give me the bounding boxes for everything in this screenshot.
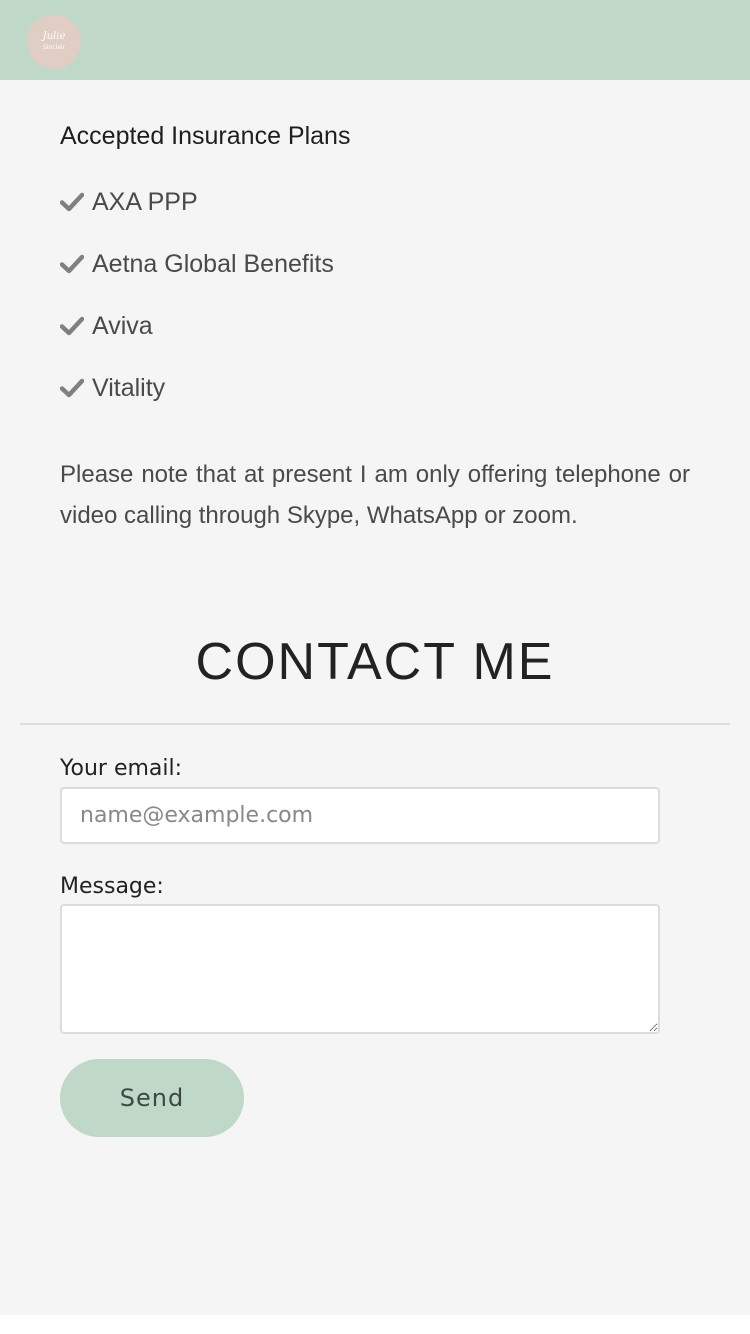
email-input[interactable] xyxy=(60,787,660,844)
message-textarea[interactable] xyxy=(60,904,660,1034)
check-icon xyxy=(60,254,84,274)
check-icon xyxy=(60,378,84,398)
plan-label: Aetna Global Benefits xyxy=(92,250,334,278)
message-label: Message: xyxy=(60,874,164,899)
send-button[interactable]: Send xyxy=(60,1059,244,1137)
site-logo[interactable]: Julie Sinclair xyxy=(27,15,81,69)
check-icon xyxy=(60,316,84,336)
section-divider xyxy=(20,723,730,725)
plan-label: AXA PPP xyxy=(92,188,198,216)
logo-name: Julie xyxy=(42,31,66,42)
email-label: Your email: xyxy=(60,756,183,781)
availability-note: Please note that at present I am only of… xyxy=(60,461,690,529)
plan-label: Vitality xyxy=(92,374,166,402)
check-icon xyxy=(60,192,84,212)
logo-surname: Sinclair xyxy=(42,44,66,51)
site-header: Julie Sinclair xyxy=(0,0,750,80)
insurance-heading: Accepted Insurance Plans xyxy=(60,122,351,150)
contact-title: CONTACT ME xyxy=(195,633,555,691)
plan-label: Aviva xyxy=(92,312,153,340)
page: Julie Sinclair Accepted Insurance Plans … xyxy=(0,0,750,1315)
